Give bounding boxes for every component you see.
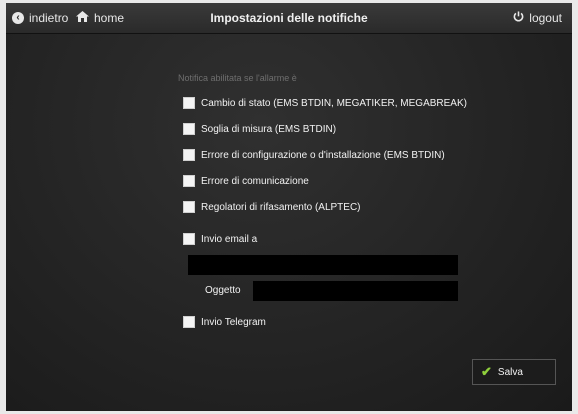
checkbox[interactable]: [183, 201, 195, 213]
page-title: Impostazioni delle notifiche: [210, 11, 368, 25]
option-status-change[interactable]: Cambio di stato (EMS BTDIN, MEGATIKER, M…: [183, 97, 467, 109]
checkbox[interactable]: [183, 316, 195, 328]
section-label: Notifica abilitata se l'allarme è: [178, 73, 297, 83]
option-measure-threshold[interactable]: Soglia di misura (EMS BTDIN): [183, 123, 336, 135]
logout-button[interactable]: logout: [513, 3, 562, 33]
settings-window: ‹ indietro home Impostazioni delle notif…: [6, 3, 572, 411]
checkbox[interactable]: [183, 175, 195, 187]
option-label: Invio Telegram: [201, 316, 266, 328]
checkmark-icon: ✔: [481, 364, 492, 379]
checkbox[interactable]: [183, 233, 195, 245]
email-field[interactable]: [188, 255, 458, 275]
save-label: Salva: [497, 366, 523, 378]
option-power-factor-regulators[interactable]: Regolatori di rifasamento (ALPTEC): [183, 201, 361, 213]
logout-label: logout: [529, 11, 562, 25]
option-label: Soglia di misura (EMS BTDIN): [201, 123, 337, 135]
save-button[interactable]: ✔ Salva: [472, 359, 556, 385]
power-icon: [513, 11, 524, 25]
option-send-telegram[interactable]: Invio Telegram: [183, 316, 266, 328]
option-config-error[interactable]: Errore di configurazione o d'installazio…: [183, 149, 445, 161]
option-label: Errore di configurazione o d'installazio…: [201, 149, 445, 161]
checkbox[interactable]: [183, 97, 195, 109]
checkbox[interactable]: [183, 149, 195, 161]
subject-field[interactable]: [253, 281, 458, 301]
option-label: Invio email a: [201, 233, 258, 245]
option-communication-error[interactable]: Errore di comunicazione: [183, 175, 309, 187]
option-label: Regolatori di rifasamento (ALPTEC): [201, 201, 361, 213]
option-send-email[interactable]: Invio email a: [183, 233, 257, 245]
option-label: Cambio di stato (EMS BTDIN, MEGATIKER, M…: [201, 97, 467, 109]
option-label: Errore di comunicazione: [201, 175, 309, 187]
subject-label: Oggetto: [205, 285, 241, 296]
top-bar: ‹ indietro home Impostazioni delle notif…: [6, 3, 572, 34]
checkbox[interactable]: [183, 123, 195, 135]
